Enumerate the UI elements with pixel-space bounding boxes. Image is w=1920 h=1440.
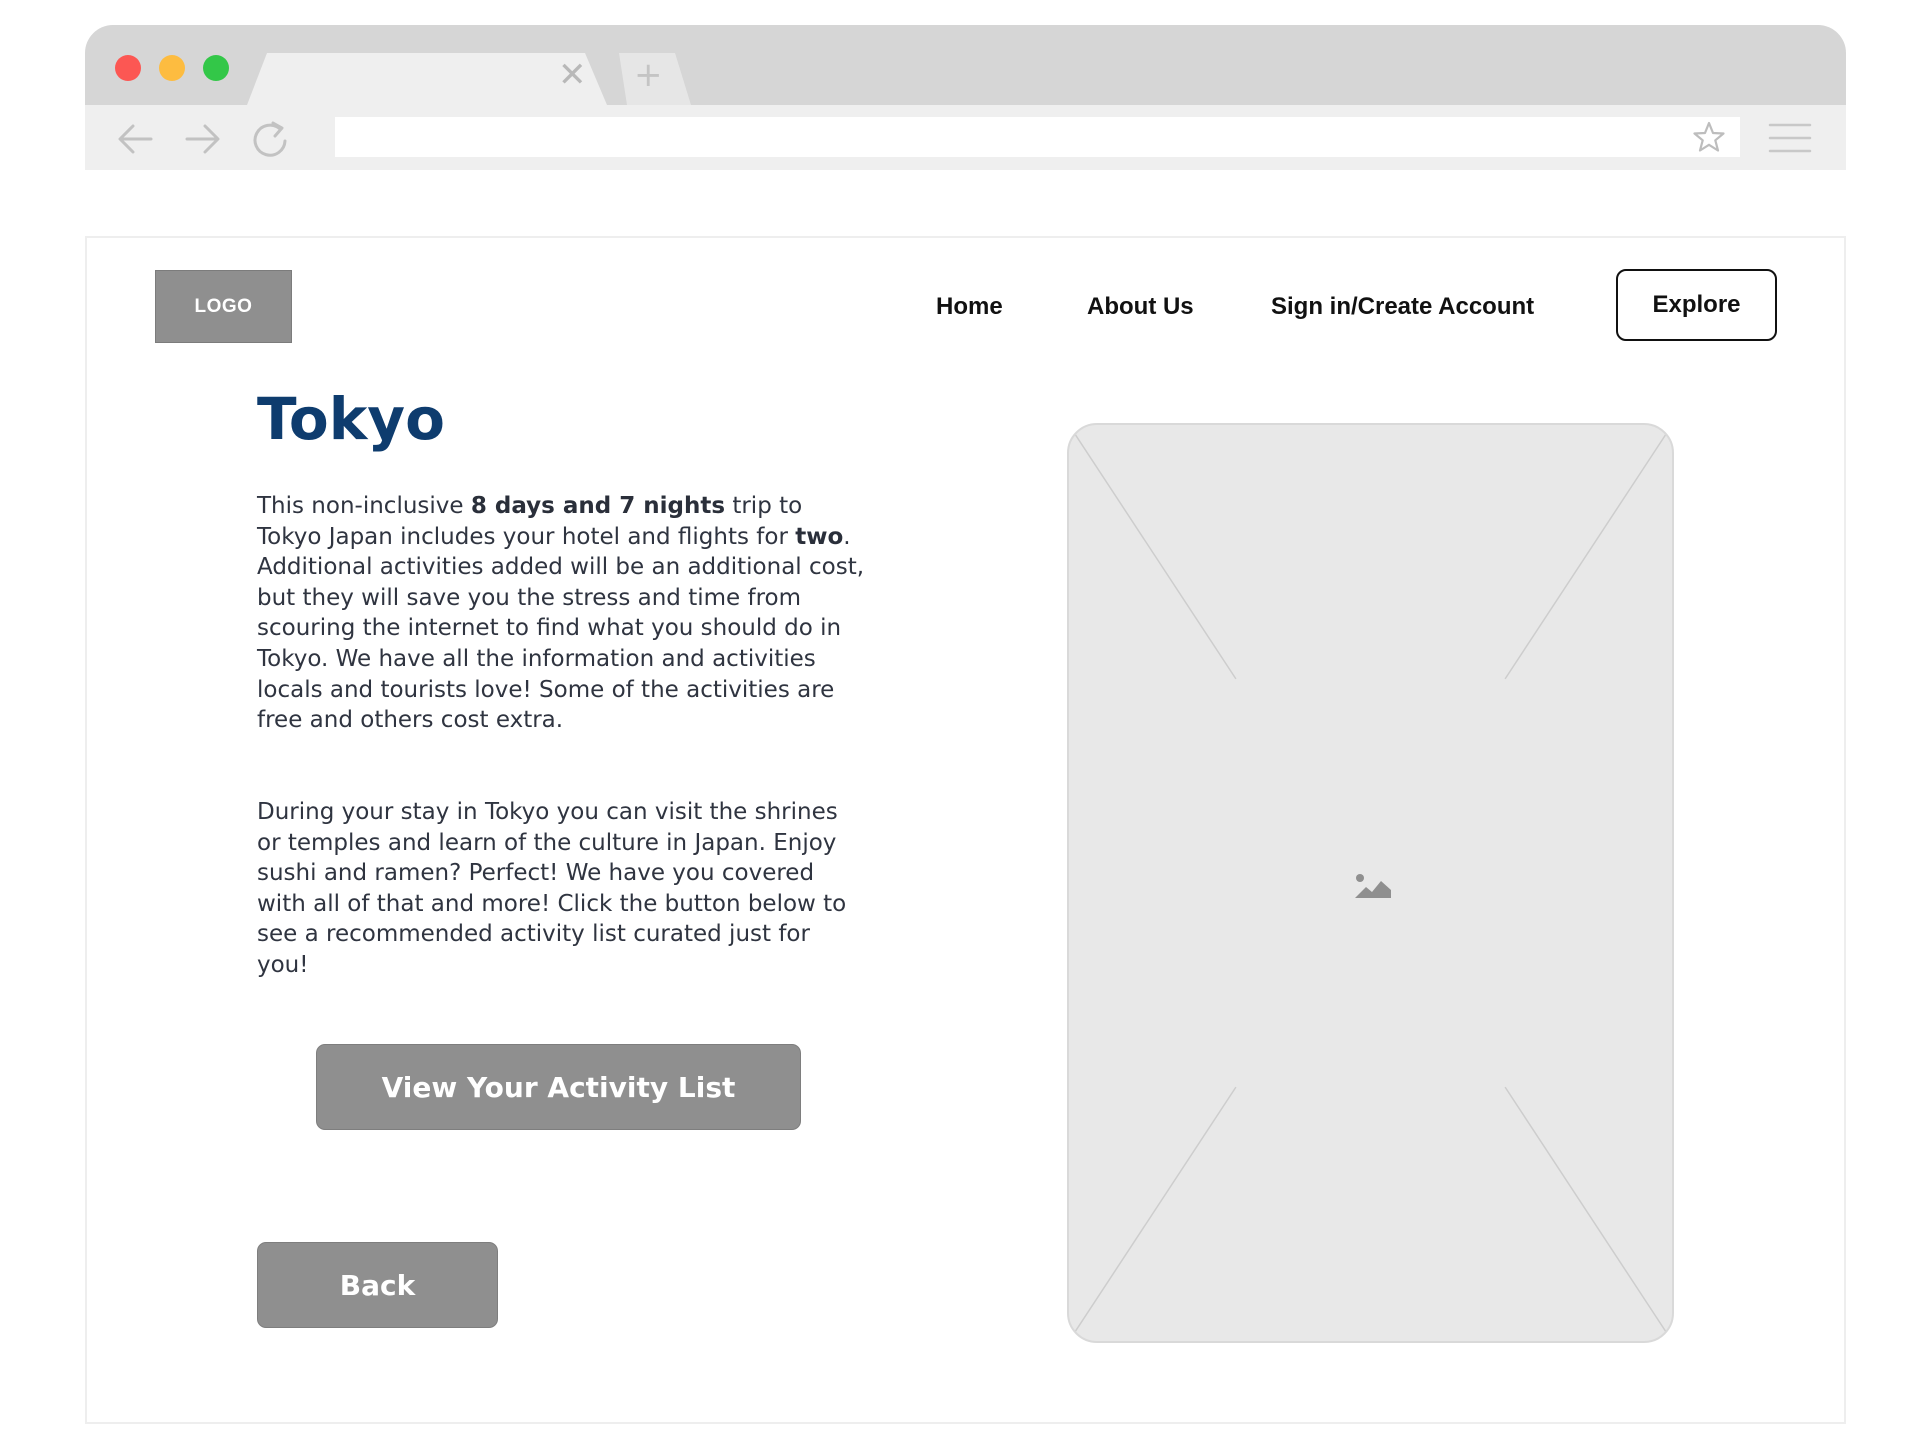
maximize-window-button[interactable]	[203, 55, 229, 81]
view-activity-list-button[interactable]: View Your Activity List	[316, 1044, 801, 1130]
browser-window: ✕ +	[85, 25, 1846, 170]
nav-home-link[interactable]: Home	[936, 293, 1003, 321]
browser-tab[interactable]	[247, 53, 607, 105]
trip-duration-highlight: 8 days and 7 nights	[470, 493, 726, 519]
arrow-left-icon[interactable]	[113, 119, 157, 159]
page-title: Tokyo	[257, 385, 445, 453]
reload-icon[interactable]	[249, 119, 293, 159]
tab-close-icon[interactable]: ✕	[558, 58, 587, 92]
close-window-button[interactable]	[115, 55, 141, 81]
hamburger-menu-icon[interactable]	[1768, 121, 1812, 155]
nav-about-link[interactable]: About Us	[1087, 293, 1194, 321]
browser-toolbar	[85, 105, 1846, 170]
explore-button[interactable]: Explore	[1616, 269, 1777, 341]
travelers-highlight: two	[795, 523, 844, 550]
web-page: LOGO Home About Us Sign in/Create Accoun…	[85, 236, 1846, 1424]
arrow-right-icon[interactable]	[181, 119, 225, 159]
address-bar[interactable]	[335, 117, 1740, 157]
minimize-window-button[interactable]	[159, 55, 185, 81]
description-text: This non-inclusive	[257, 493, 471, 519]
nav-sign-in-link[interactable]: Sign in/Create Account	[1271, 293, 1534, 321]
trip-description: This non-inclusive 8 days and 7 nights t…	[257, 491, 867, 736]
description-text: . Additional activities added will be an…	[257, 523, 865, 734]
star-icon[interactable]	[1692, 120, 1726, 154]
browser-titlebar: ✕ +	[85, 25, 1846, 105]
back-button[interactable]: Back	[257, 1242, 498, 1328]
image-placeholder-icon	[1355, 874, 1391, 898]
logo[interactable]: LOGO	[155, 270, 292, 343]
image-placeholder	[1067, 423, 1674, 1343]
activities-description: During your stay in Tokyo you can visit …	[257, 799, 847, 978]
plus-icon[interactable]: +	[634, 58, 663, 92]
